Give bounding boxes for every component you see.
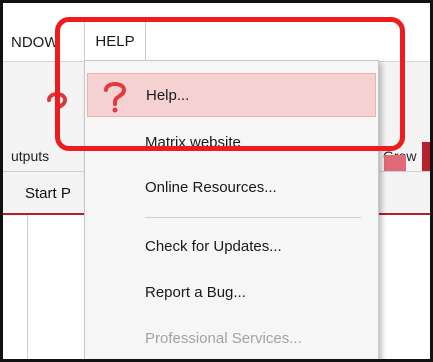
menu-item-report-bug[interactable]: Report a Bug... <box>87 271 376 315</box>
ribbon-group-outputs: utputs <box>11 148 50 164</box>
question-mark-icon <box>98 79 132 113</box>
menu-item-matrix-website[interactable]: Matrix website <box>87 121 376 165</box>
ribbon-tool-icon-2[interactable] <box>422 142 430 172</box>
menu-bar: NDOW HELP <box>3 3 430 61</box>
menu-item-label: Help... <box>146 87 190 104</box>
menu-window[interactable]: NDOW <box>11 25 59 61</box>
menu-item-label: Matrix website <box>145 134 241 151</box>
tab-start-page[interactable]: Start P <box>25 172 71 216</box>
menu-help[interactable]: HELP <box>84 21 146 61</box>
help-dropdown-menu: Help... Matrix website Online Resources.… <box>84 60 379 359</box>
menu-item-check-updates[interactable]: Check for Updates... <box>87 225 376 269</box>
menu-item-online-resources[interactable]: Online Resources... <box>87 166 376 210</box>
menu-separator <box>145 217 361 218</box>
menu-item-professional-services: Professional Services... <box>87 317 376 359</box>
menu-item-label: Check for Updates... <box>145 238 282 255</box>
menu-item-help[interactable]: Help... <box>87 73 376 117</box>
undo-arrow-icon[interactable] <box>45 88 69 118</box>
menu-item-label: Online Resources... <box>145 179 277 196</box>
menu-item-label: Professional Services... <box>145 330 302 347</box>
menu-item-label: Report a Bug... <box>145 284 246 301</box>
app-window: NDOW HELP utputs ve Grow Start P Help... <box>0 0 433 362</box>
